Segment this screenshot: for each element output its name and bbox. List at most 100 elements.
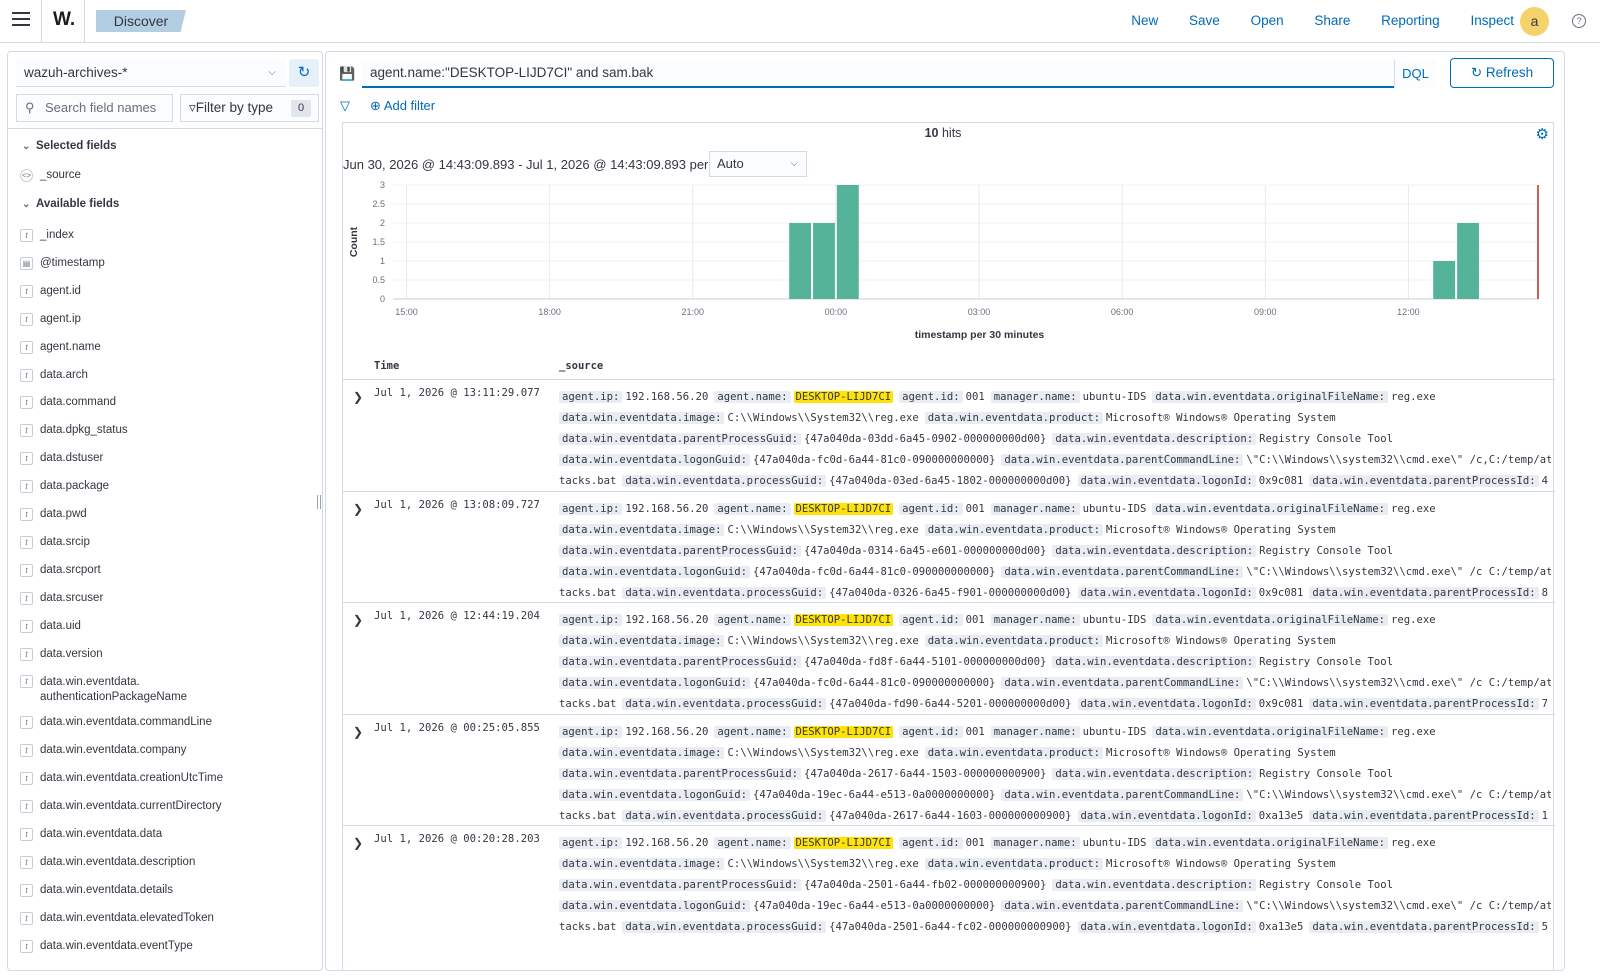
field-item[interactable]: t data.win.eventdata.commandLine [20, 716, 212, 730]
string-type-icon: t [20, 508, 33, 521]
field-item[interactable]: t data.win.eventdata. authenticationPacka… [20, 675, 187, 705]
expand-chevron-icon[interactable]: ❯ [353, 836, 363, 850]
new-link[interactable]: New [1131, 13, 1158, 28]
field-name: data.win.eventdata. authenticationPackag… [40, 676, 188, 704]
y-tick-label: 2.5 [372, 199, 385, 209]
field-item[interactable]: t data.arch [20, 368, 88, 382]
field-name: @timestamp [40, 256, 105, 269]
available-fields-header[interactable]: ⌄ Available fields [22, 198, 119, 210]
field-name: _index [40, 229, 74, 241]
filter-icon: ▿ [189, 100, 196, 115]
field-item[interactable]: t data.win.eventdata.creationUtcTime [20, 772, 223, 786]
field-item[interactable]: t agent.id [20, 284, 81, 298]
index-pattern-select[interactable]: wazuh-archives-* ⌵ [16, 59, 286, 87]
row-source: agent.ip: 192.168.56.20 agent.name: DESKTOP… [559, 610, 1551, 715]
column-header-time[interactable]: Time [374, 360, 399, 372]
x-tick-label: 09:00 [1254, 307, 1277, 317]
field-item[interactable]: t data.command [20, 396, 117, 410]
menu-icon[interactable] [12, 12, 30, 28]
field-item[interactable]: t _index [20, 229, 74, 242]
cmd-continued-value: tacks.bat [559, 475, 617, 487]
field-name: data.command [40, 396, 117, 409]
expand-chevron-icon[interactable]: ❯ [353, 390, 363, 404]
selected-fields-header[interactable]: ⌄ Selected fields [22, 140, 117, 152]
histogram-bar[interactable] [813, 223, 835, 299]
agent-ip-key: agent.ip: [559, 391, 623, 403]
filter-icon[interactable]: ▽ [340, 98, 350, 114]
histogram-bar[interactable] [836, 185, 859, 299]
field-item[interactable]: t data.dstuser [20, 452, 103, 466]
field-item[interactable]: t data.srcuser [20, 591, 103, 605]
product-key: data.win.eventdata.product: [924, 412, 1104, 424]
image-key: data.win.eventdata.image: [559, 412, 725, 424]
gear-icon[interactable]: ⚙ [1536, 125, 1549, 143]
field-item[interactable]: t data.win.eventdata.company [20, 744, 186, 758]
histogram-bar[interactable] [1433, 261, 1456, 299]
field-item[interactable]: t data.package [20, 480, 110, 494]
field-item[interactable]: t data.win.eventdata.description [20, 855, 195, 869]
app-logo[interactable]: W. [53, 9, 75, 31]
agent-id-key: agent.id: [899, 391, 963, 403]
field-item[interactable]: t data.dpkg_status [20, 424, 128, 438]
field-item[interactable]: t agent.ip [20, 312, 81, 326]
expand-chevron-icon[interactable]: ❯ [353, 613, 363, 627]
process-guid-key: data.win.eventdata.processGuid: [622, 809, 827, 822]
share-link[interactable]: Share [1314, 13, 1350, 28]
results-table: ❯ Jul 1, 2026 @ 13:11:29.077 agent.ip: 192.… [343, 379, 1555, 937]
field-item[interactable]: ▤ @timestamp [20, 256, 105, 270]
original-file-value: reg.exe [1391, 837, 1436, 849]
manager-value: ubuntu-IDS [1082, 391, 1147, 403]
product-key: data.win.eventdata.product: [924, 635, 1104, 647]
field-item[interactable]: t data.uid [20, 619, 81, 633]
field-search-input[interactable]: ⚲ Search field names [16, 94, 173, 122]
breadcrumb-discover[interactable]: Discover [96, 10, 186, 32]
top-nav-bar: W. Discover New Save Open Share Reportin… [0, 0, 1600, 43]
add-filter-button[interactable]: ⊕ Add filter [370, 98, 435, 114]
string-type-icon: t [20, 396, 33, 410]
filter-by-type-button[interactable]: ▿Filter by type 0 [180, 94, 319, 122]
field-item[interactable]: t data.win.eventdata.elevatedToken [20, 911, 214, 925]
expand-chevron-icon[interactable]: ❯ [353, 502, 363, 516]
histogram-bar[interactable] [1457, 223, 1479, 299]
dql-toggle[interactable]: DQL [1394, 60, 1436, 88]
field-item[interactable]: t data.srcip [20, 535, 90, 549]
field-item[interactable]: t data.win.eventdata.eventType [20, 939, 193, 953]
field-item[interactable]: t data.version [20, 647, 103, 661]
inspect-link[interactable]: Inspect [1470, 13, 1514, 28]
parent-guid-value: {47a040da-2617-6a44-1503-000000000900} [804, 767, 1047, 780]
refresh-button[interactable]: ↻ Refresh [1450, 58, 1554, 88]
divider [41, 0, 42, 43]
image-value: C:\\Windows\\System32\\reg.exe [727, 858, 919, 870]
agent-name-value: DESKTOP-LIJD7CI [793, 502, 894, 515]
agent-id-value: 001 [965, 502, 985, 515]
description-value: Registry Console Tool [1259, 544, 1394, 557]
help-icon[interactable]: ? [1572, 14, 1586, 28]
field-item[interactable]: t data.win.eventdata.data [20, 828, 162, 841]
query-input[interactable]: agent.name:"DESKTOP-LIJD7CI" and sam.bak [362, 60, 1394, 88]
field-item[interactable]: t agent.name [20, 340, 101, 354]
parent-cmd-key: data.win.eventdata.parentCommandLine: [1001, 788, 1244, 801]
sidebar-resize-handle[interactable] [317, 495, 321, 509]
interval-select[interactable]: Auto ⌵ [709, 151, 807, 177]
original-file-value: reg.exe [1391, 391, 1436, 403]
avatar[interactable]: a [1520, 7, 1549, 36]
field-name: data.package [40, 480, 110, 493]
histogram-bar[interactable] [789, 223, 812, 299]
field-item[interactable]: t data.win.eventdata.currentDirectory [20, 800, 222, 814]
reporting-link[interactable]: Reporting [1381, 13, 1440, 28]
agent-ip-value: 192.168.56.20 [625, 614, 709, 626]
field-item[interactable]: t data.pwd [20, 508, 87, 521]
expand-chevron-icon[interactable]: ❯ [353, 725, 363, 739]
field-item-source[interactable]: <> _source [20, 169, 81, 182]
reload-icon[interactable]: ↻ [289, 59, 319, 87]
saved-query-icon[interactable]: 💾 [334, 60, 361, 88]
logon-id-value: 0x9c081 [1258, 698, 1304, 710]
logon-guid-key: data.win.eventdata.logonGuid: [559, 565, 750, 578]
field-item[interactable]: t data.win.eventdata.details [20, 883, 173, 897]
save-link[interactable]: Save [1189, 13, 1220, 28]
open-link[interactable]: Open [1251, 13, 1284, 28]
field-item[interactable]: t data.srcport [20, 563, 101, 577]
agent-name-key: agent.name: [714, 614, 791, 626]
column-header-source[interactable]: _source [559, 360, 603, 372]
chevron-down-icon: ⌄ [22, 199, 31, 210]
